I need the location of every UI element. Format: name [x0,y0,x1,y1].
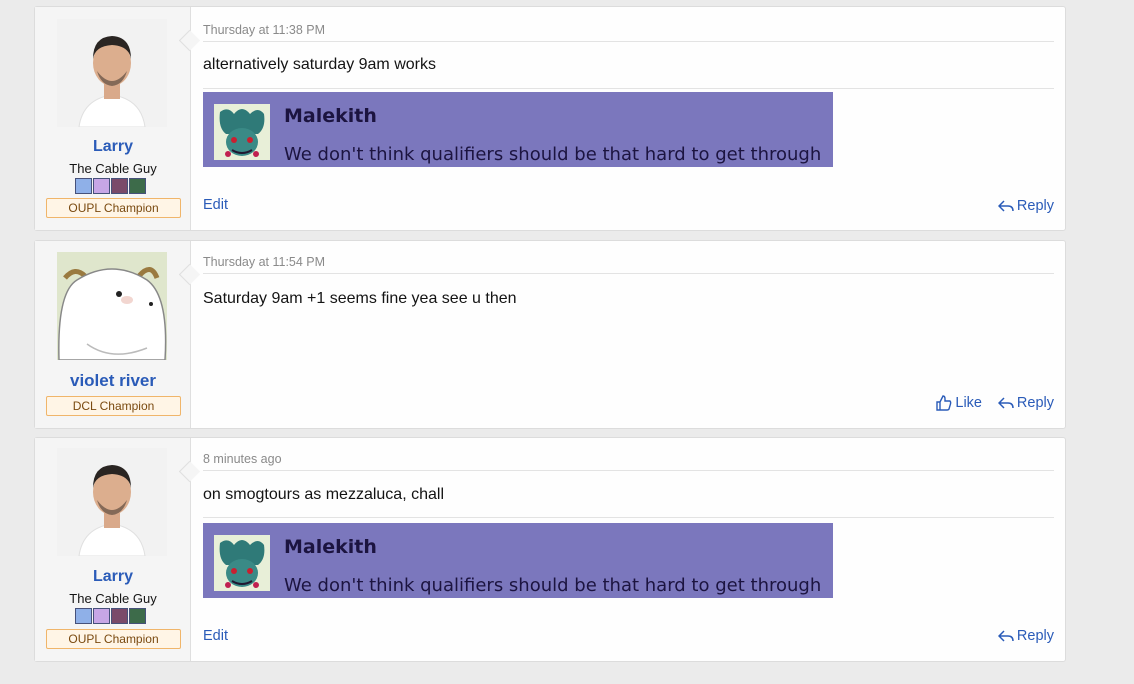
post-main: Thursday at 11:54 PM Saturday 9am +1 see… [203,241,1054,428]
post-message: alternatively saturday 9am works [203,56,436,73]
malekith-avatar-icon [214,535,270,591]
post-date[interactable]: Thursday at 11:38 PM [203,23,325,37]
badge-icon [129,178,146,194]
quote-image: Malekith We don't think qualifiers shoul… [203,523,833,598]
badge-icon [111,608,128,624]
avatar-violet-river[interactable] [57,252,167,360]
post-main: Thursday at 11:38 PM alternatively satur… [203,7,1054,230]
like-button[interactable]: Like [936,395,982,411]
avatar-larry[interactable] [57,19,167,127]
post-1: Larry The Cable Guy OUPL Champion Thursd… [34,6,1066,231]
reply-button[interactable]: Reply [997,198,1054,214]
badge-icon [111,178,128,194]
user-cell: Larry The Cable Guy OUPL Champion [35,7,191,230]
reply-icon [997,630,1014,642]
post-2: violet river DCL Champion Thursday at 11… [34,240,1066,429]
divider [203,88,1054,89]
avatar-larry[interactable] [57,448,167,556]
quote-text: We don't think qualifiers should be that… [284,575,822,596]
quote-author: Malekith [284,536,377,558]
edit-label: Edit [203,197,228,213]
badge-icon [75,178,92,194]
user-banner: DCL Champion [46,396,181,416]
like-label: Like [955,395,982,411]
user-cell: Larry The Cable Guy OUPL Champion [35,438,191,661]
user-cell: violet river DCL Champion [35,241,191,428]
reply-button[interactable]: Reply [997,395,1054,411]
user-banner: OUPL Champion [46,198,181,218]
badge-icon [93,608,110,624]
badge-icon [129,608,146,624]
trophy-badges [75,178,149,194]
username[interactable]: Larry [35,568,191,586]
edit-label: Edit [203,628,228,644]
divider [203,273,1054,274]
edit-button[interactable]: Edit [203,628,228,644]
reply-icon [997,200,1014,212]
post-date[interactable]: 8 minutes ago [203,452,282,466]
quote-text: We don't think qualifiers should be that… [284,144,822,165]
divider [203,470,1054,471]
post-date[interactable]: Thursday at 11:54 PM [203,255,325,269]
malekith-avatar-icon [214,104,270,160]
user-title: The Cable Guy [69,161,157,176]
post-message: Saturday 9am +1 seems fine yea see u the… [203,290,517,307]
divider [203,517,1054,518]
user-banner: OUPL Champion [46,629,181,649]
edit-button[interactable]: Edit [203,197,228,213]
quote-author: Malekith [284,105,377,127]
thumbs-up-icon [936,395,952,411]
post-3: Larry The Cable Guy OUPL Champion 8 minu… [34,437,1066,662]
reply-label: Reply [1016,198,1054,214]
trophy-badges [75,608,149,624]
quote-image: Malekith We don't think qualifiers shoul… [203,92,833,167]
reply-label: Reply [1016,395,1054,411]
post-message: on smogtours as mezzaluca, chall [203,486,444,503]
post-main: 8 minutes ago on smogtours as mezzaluca,… [203,438,1054,661]
username[interactable]: Larry [35,138,191,156]
user-title: The Cable Guy [69,591,157,606]
reply-button[interactable]: Reply [997,628,1054,644]
badge-icon [75,608,92,624]
divider [203,41,1054,42]
reply-icon [997,397,1014,409]
badge-icon [93,178,110,194]
reply-label: Reply [1016,628,1054,644]
username[interactable]: violet river [35,371,191,391]
